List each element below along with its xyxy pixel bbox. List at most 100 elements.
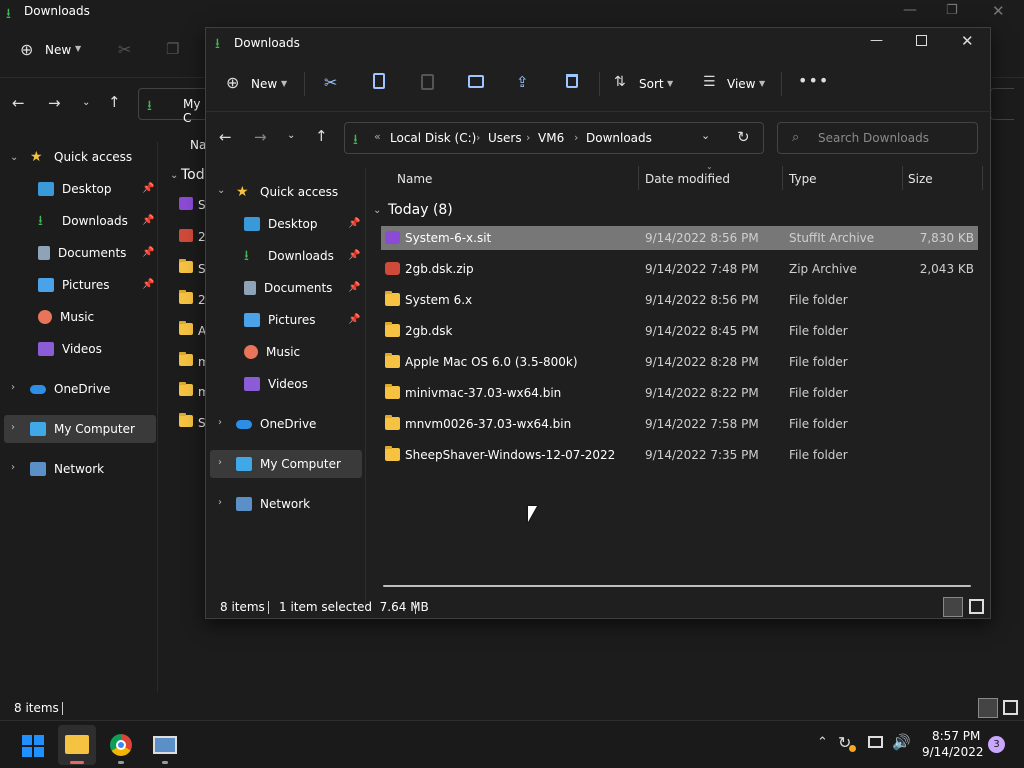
- forward-button[interactable]: →: [254, 128, 267, 146]
- nav-pictures[interactable]: Pictures: [244, 307, 316, 333]
- breadcrumb-vm6[interactable]: VM6: [538, 131, 564, 145]
- nav-music[interactable]: Music: [38, 304, 94, 330]
- pin-icon[interactable]: 📌: [348, 250, 360, 261]
- pin-icon[interactable]: 📌: [142, 183, 154, 194]
- resource-monitor-icon[interactable]: [153, 736, 177, 754]
- minimize-button[interactable]: —: [870, 33, 883, 48]
- column-divider[interactable]: [982, 166, 983, 190]
- column-divider[interactable]: [902, 166, 903, 190]
- network-icon[interactable]: [868, 736, 883, 748]
- nav-quick-access[interactable]: ★ Quick access: [236, 179, 338, 205]
- restore-button[interactable]: ❐: [946, 3, 958, 18]
- breadcrumb-local-disk[interactable]: Local Disk (C:): [390, 131, 476, 145]
- nav-my-computer[interactable]: My Computer: [236, 451, 341, 477]
- nav-videos[interactable]: Videos: [244, 371, 308, 397]
- chevron-right-icon[interactable]: ›: [11, 462, 15, 473]
- details-view-icon[interactable]: [978, 698, 998, 718]
- size-column-header[interactable]: Size: [908, 172, 933, 186]
- column-divider[interactable]: [638, 166, 639, 190]
- breadcrumb-overflow-icon[interactable]: «: [374, 130, 381, 143]
- clock-date[interactable]: 9/14/2022: [922, 745, 984, 759]
- clock-time[interactable]: 8:57 PM: [932, 729, 980, 743]
- nav-onedrive[interactable]: OneDrive: [236, 411, 316, 437]
- nav-videos[interactable]: Videos: [38, 336, 102, 362]
- recent-chevron-icon[interactable]: ⌄: [82, 97, 90, 108]
- horizontal-scrollbar[interactable]: [383, 585, 971, 587]
- up-button[interactable]: ↑: [108, 93, 121, 111]
- nav-pictures[interactable]: Pictures: [38, 272, 110, 298]
- nav-music[interactable]: Music: [244, 339, 300, 365]
- bg-search-box[interactable]: [990, 88, 1014, 120]
- sort-button[interactable]: Sort: [639, 77, 664, 91]
- pin-icon[interactable]: 📌: [142, 215, 154, 226]
- paste-icon[interactable]: [421, 74, 434, 90]
- forward-button[interactable]: →: [48, 94, 61, 112]
- view-button[interactable]: View: [727, 77, 755, 91]
- file-row[interactable]: SheepShaver-Windows-12-07-2022 9/14/2022…: [381, 443, 978, 467]
- nav-my-computer[interactable]: My Computer: [30, 416, 135, 442]
- address-bar[interactable]: ⭳ « Local Disk (C:) › Users › VM6 › Down…: [344, 122, 764, 154]
- pin-icon[interactable]: 📌: [142, 279, 154, 290]
- file-row[interactable]: 2gb.dsk.zip 9/14/2022 7:48 PM Zip Archiv…: [381, 257, 978, 281]
- type-column-header[interactable]: Type: [789, 172, 817, 186]
- more-options-icon[interactable]: •••: [798, 71, 829, 90]
- address-history-chevron-icon[interactable]: ⌄: [701, 129, 710, 142]
- volume-icon[interactable]: 🔊: [892, 733, 911, 751]
- maximize-button[interactable]: [916, 35, 927, 46]
- chevron-right-icon[interactable]: ›: [11, 382, 15, 393]
- back-button[interactable]: ←: [219, 128, 232, 146]
- search-box[interactable]: ⌕ Search Downloads: [777, 122, 978, 154]
- chevron-right-icon[interactable]: ›: [11, 422, 15, 433]
- nav-desktop[interactable]: Desktop: [38, 176, 112, 202]
- file-row[interactable]: Apple Mac OS 6.0 (3.5-800k) 9/14/2022 8:…: [381, 350, 978, 374]
- share-icon[interactable]: ⇪: [516, 73, 529, 91]
- close-button[interactable]: ✕: [992, 2, 1005, 20]
- chevron-down-icon[interactable]: ⌄: [217, 185, 225, 196]
- breadcrumb-separator-icon[interactable]: ›: [476, 131, 480, 144]
- nav-downloads[interactable]: ⭳ Downloads: [38, 208, 128, 234]
- bg-new-button[interactable]: New: [45, 43, 71, 57]
- minimize-button[interactable]: —: [903, 2, 917, 18]
- column-divider[interactable]: [782, 166, 783, 190]
- file-row[interactable]: minivmac-37.03-wx64.bin 9/14/2022 8:22 P…: [381, 381, 978, 405]
- copy-icon[interactable]: [373, 73, 385, 89]
- nav-documents[interactable]: Documents: [38, 240, 126, 266]
- tiles-view-icon[interactable]: [1003, 700, 1018, 715]
- date-column-header[interactable]: Date modified: [645, 172, 730, 186]
- breadcrumb-separator-icon[interactable]: ›: [574, 131, 578, 144]
- file-row[interactable]: mnvm0026-37.03-wx64.bin 9/14/2022 7:58 P…: [381, 412, 978, 436]
- breadcrumb-downloads[interactable]: Downloads: [586, 131, 652, 145]
- chevron-right-icon[interactable]: ›: [218, 497, 222, 508]
- new-button[interactable]: New: [251, 77, 277, 91]
- file-row[interactable]: System 6.x 9/14/2022 8:56 PM File folder: [381, 288, 978, 312]
- nav-desktop[interactable]: Desktop: [244, 211, 318, 237]
- cut-icon[interactable]: ✂: [324, 73, 337, 92]
- pin-icon[interactable]: 📌: [348, 218, 360, 229]
- delete-icon[interactable]: [566, 74, 578, 88]
- refresh-icon[interactable]: ↻: [737, 128, 750, 146]
- show-hidden-icons-chevron[interactable]: ⌃: [817, 735, 828, 750]
- nav-onedrive[interactable]: OneDrive: [30, 376, 110, 402]
- file-row[interactable]: System-6-x.sit 9/14/2022 8:56 PM StuffIt…: [381, 226, 978, 250]
- chevron-down-icon[interactable]: ⌄: [10, 152, 18, 163]
- copy-icon[interactable]: ❐: [166, 40, 179, 58]
- nav-network[interactable]: Network: [30, 456, 104, 482]
- nav-quick-access[interactable]: ★ Quick access: [30, 144, 132, 170]
- back-button[interactable]: ←: [12, 94, 25, 112]
- breadcrumb-separator-icon[interactable]: ›: [526, 131, 530, 144]
- up-button[interactable]: ↑: [315, 127, 328, 145]
- group-collapse-icon[interactable]: ⌄: [373, 205, 381, 216]
- nav-downloads[interactable]: ⭳ Downloads: [244, 243, 334, 269]
- rename-icon[interactable]: [468, 75, 484, 88]
- nav-network[interactable]: Network: [236, 491, 310, 517]
- notification-badge[interactable]: 3: [988, 736, 1005, 753]
- tiles-view-icon[interactable]: [969, 599, 984, 614]
- cut-icon[interactable]: ✂: [118, 40, 131, 59]
- breadcrumb-users[interactable]: Users: [488, 131, 522, 145]
- chevron-right-icon[interactable]: ›: [218, 457, 222, 468]
- details-view-icon[interactable]: [943, 597, 963, 617]
- pin-icon[interactable]: 📌: [348, 314, 360, 325]
- close-button[interactable]: ✕: [961, 32, 974, 50]
- file-row[interactable]: 2gb.dsk 9/14/2022 8:45 PM File folder: [381, 319, 978, 343]
- pin-icon[interactable]: 📌: [348, 282, 360, 293]
